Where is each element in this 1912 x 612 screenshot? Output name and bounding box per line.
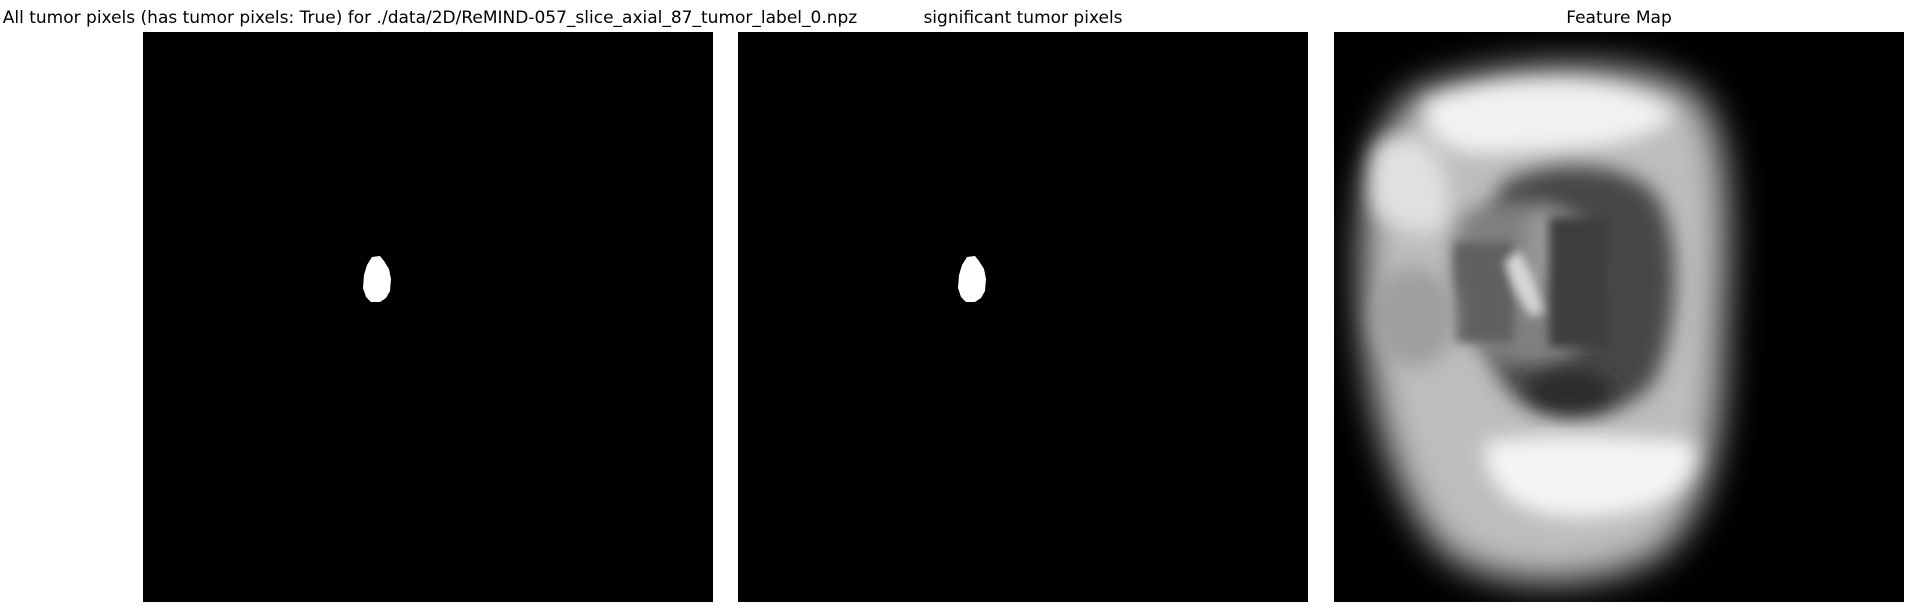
panel-title-significant-tumor-pixels: significant tumor pixels bbox=[923, 8, 1123, 28]
feature-map-image bbox=[1334, 32, 1904, 602]
panel-title-all-tumor-pixels: All tumor pixels (has tumor pixels: True… bbox=[2, 8, 858, 28]
panel-title-feature-map: Feature Map bbox=[1566, 8, 1672, 28]
significant-tumor-mask-image bbox=[738, 32, 1308, 602]
tumor-mask-image bbox=[143, 32, 713, 602]
